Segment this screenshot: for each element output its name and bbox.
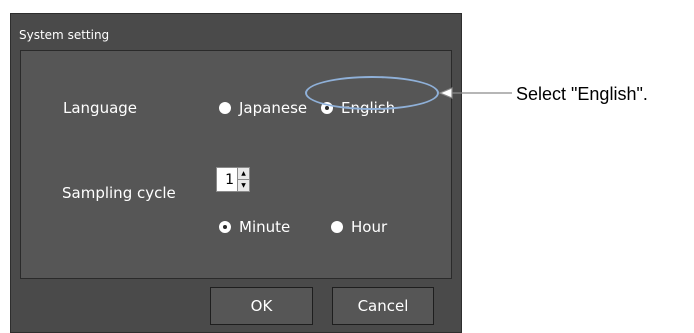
radio-hour-label: Hour — [351, 218, 388, 236]
sampling-cycle-value[interactable]: 1 — [217, 172, 237, 188]
sampling-cycle-label: Sampling cycle — [62, 184, 176, 202]
callout-text: Select "English". — [516, 84, 648, 104]
radio-unselected-icon — [331, 221, 343, 233]
english-highlight-ellipse — [305, 76, 439, 110]
ok-button[interactable]: OK — [210, 287, 313, 325]
radio-selected-icon — [219, 221, 231, 233]
stepper-up-icon[interactable]: ▲ — [238, 168, 249, 179]
radio-unselected-icon — [219, 102, 231, 114]
dialog-title: System setting — [19, 28, 110, 42]
stepper-down-icon[interactable]: ▼ — [238, 179, 249, 191]
radio-minute-label: Minute — [239, 218, 291, 236]
stepper-buttons: ▲ ▼ — [237, 168, 249, 191]
language-label: Language — [63, 99, 138, 117]
radio-minute[interactable]: Minute — [219, 218, 290, 236]
radio-japanese[interactable]: Japanese — [219, 99, 307, 117]
radio-hour[interactable]: Hour — [331, 218, 387, 236]
sampling-cycle-stepper[interactable]: 1 ▲ ▼ — [216, 167, 250, 192]
radio-japanese-label: Japanese — [239, 99, 308, 117]
cancel-button[interactable]: Cancel — [332, 287, 434, 325]
